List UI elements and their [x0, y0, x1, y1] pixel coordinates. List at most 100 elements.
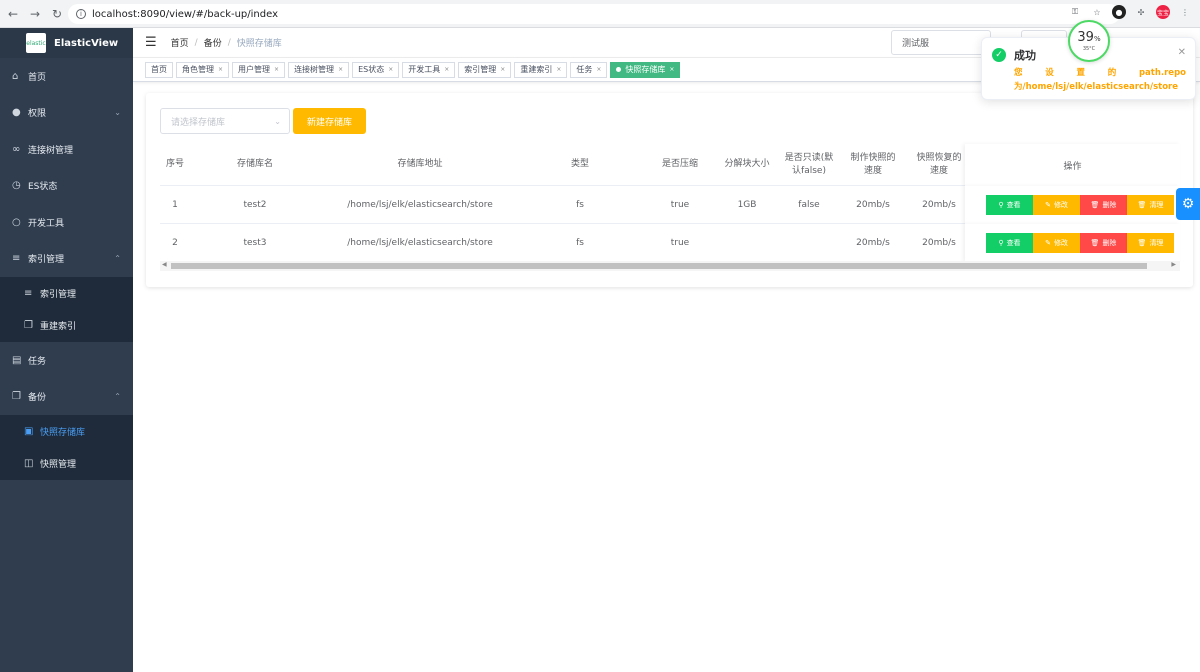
scrollbar-thumb[interactable]: [171, 263, 1147, 269]
back-icon[interactable]: ←: [4, 5, 22, 23]
close-icon[interactable]: ×: [444, 66, 449, 73]
edit-button[interactable]: ✎ 修改: [1033, 195, 1080, 215]
menu-dots-icon[interactable]: ⋮: [1178, 5, 1192, 19]
notification-title: 成功: [1014, 49, 1036, 62]
tag-index-management[interactable]: 索引管理 ×: [458, 61, 512, 78]
view-button[interactable]: ⚲ 查看: [986, 233, 1033, 253]
table-cell: 20mb/s: [922, 238, 956, 248]
home-icon: ⌂: [12, 70, 19, 82]
col-header: 存储库地址: [397, 159, 443, 170]
cpu-usage-widget[interactable]: 39% 35°C: [1068, 20, 1110, 62]
reload-icon[interactable]: ↻: [48, 5, 66, 23]
edit-button[interactable]: ✎ 修改: [1033, 233, 1080, 253]
horizontal-scrollbar[interactable]: ◀ ▶: [160, 261, 1180, 271]
sidebar-item-es-status[interactable]: ◷ ES状态: [0, 168, 133, 205]
info-icon[interactable]: i: [76, 9, 86, 19]
table-cell: fs: [576, 238, 584, 248]
trash-icon: 🗑: [1090, 239, 1100, 247]
tag-connection-tree[interactable]: 连接树管理 ×: [288, 61, 350, 78]
hamburger-icon[interactable]: ☰: [145, 35, 157, 50]
sidebar-item-tasks[interactable]: ▤ 任务: [0, 342, 133, 379]
chevron-up-icon: ⌃: [114, 254, 121, 264]
sidebar-item-backup[interactable]: ❐ 备份 ⌃: [0, 379, 133, 416]
sidebar-item-dev-tools[interactable]: ○ 开发工具: [0, 204, 133, 241]
sidebar-item-snapshot-management[interactable]: ◫ 快照管理: [0, 448, 133, 481]
close-icon[interactable]: ×: [218, 66, 223, 73]
tag-reindex[interactable]: 重建索引 ×: [514, 61, 568, 78]
repo-select[interactable]: 请选择存储库 ⌄: [160, 108, 290, 134]
close-icon[interactable]: ×: [556, 66, 561, 73]
elastic-logo-icon: elastic: [26, 33, 46, 53]
tag-role-management[interactable]: 角色管理 ×: [176, 61, 230, 78]
close-icon[interactable]: ✕: [1178, 47, 1186, 58]
table-row: 2 test3 /home/lsj/elk/elasticsearch/stor…: [160, 224, 1180, 262]
close-icon[interactable]: ×: [388, 66, 393, 73]
env-select[interactable]: 测试服: [891, 30, 991, 55]
puzzle-icon[interactable]: ✣: [1134, 5, 1148, 19]
table-header: 序号 存储库名 存储库地址 类型 是否压缩 分解块大小 是否只读(默认false…: [160, 144, 1180, 186]
chevron-up-icon: ⌃: [114, 392, 121, 402]
view-button[interactable]: ⚲ 查看: [986, 195, 1033, 215]
tag-dev-tools[interactable]: 开发工具 ×: [402, 61, 456, 78]
copy-icon: ❐: [12, 391, 21, 403]
edit-icon: ✎: [1045, 239, 1051, 247]
row-actions: ⚲ 查看 ✎ 修改 🗑 删除 🗑 清理: [965, 186, 1180, 224]
table-cell: 20mb/s: [856, 200, 890, 210]
settings-gear-icon[interactable]: ⚙: [1176, 188, 1200, 220]
address-bar[interactable]: i localhost:8090/view/#/back-up/index: [68, 4, 1120, 24]
forward-icon[interactable]: →: [26, 5, 44, 23]
tag-tasks[interactable]: 任务 ×: [570, 61, 608, 78]
star-icon[interactable]: ☆: [1090, 5, 1104, 19]
notification-message-line1: 您 设 置 的 path.repo: [1014, 68, 1186, 78]
link-icon: ∞: [12, 143, 21, 155]
col-header: 制作快照的速度: [850, 152, 896, 177]
sidebar-item-connection-tree[interactable]: ∞ 连接树管理: [0, 131, 133, 168]
breadcrumb-backup[interactable]: 备份: [204, 36, 222, 49]
trash-icon: 🗑: [1137, 239, 1147, 247]
bag-icon: ◫: [24, 458, 34, 470]
table-cell: /home/lsj/elk/elasticsearch/store: [347, 200, 493, 210]
extension-badge-icon[interactable]: ●: [1112, 5, 1126, 19]
cpu-percent: 39%: [1077, 29, 1101, 45]
tag-snapshot-repo[interactable]: 快照存储库 ×: [610, 61, 681, 78]
scroll-right-icon[interactable]: ▶: [1171, 261, 1176, 268]
backup-submenu: ▣ 快照存储库 ◫ 快照管理: [0, 415, 133, 480]
cpu-temp: 35°C: [1082, 45, 1096, 52]
table-cell: 2: [172, 238, 178, 248]
new-repo-button[interactable]: 新建存储库: [293, 108, 366, 134]
scroll-left-icon[interactable]: ◀: [162, 261, 167, 268]
extension-icons: ⚿ ☆ ● ✣ 宝宝 ⋮: [1068, 5, 1192, 19]
breadcrumb-separator: /: [194, 37, 198, 48]
close-icon[interactable]: ×: [338, 66, 343, 73]
sidebar-item-reindex[interactable]: ❐ 重建索引: [0, 310, 133, 343]
sidebar-item-permissions[interactable]: ● 权限 ⌄: [0, 95, 133, 132]
browser-toolbar: ← → ↻ i localhost:8090/view/#/back-up/in…: [0, 0, 1200, 28]
key-icon[interactable]: ⚿: [1068, 5, 1082, 19]
close-icon[interactable]: ×: [669, 66, 674, 73]
breadcrumb-home[interactable]: 首页: [171, 36, 189, 49]
cleanup-button[interactable]: 🗑 清理: [1127, 195, 1174, 215]
cleanup-button[interactable]: 🗑 清理: [1127, 233, 1174, 253]
delete-button[interactable]: 🗑 删除: [1080, 195, 1127, 215]
app-logo[interactable]: elastic ElasticView: [0, 28, 133, 58]
close-icon[interactable]: ×: [500, 66, 505, 73]
sidebar-item-index-management-sub[interactable]: ≡ 索引管理: [0, 277, 133, 310]
check-circle-icon: ✓: [992, 48, 1006, 62]
clock-icon: ◷: [12, 180, 21, 192]
tag-home[interactable]: 首页: [145, 61, 173, 78]
col-header: 快照恢复的速度: [916, 152, 962, 177]
sidebar-item-index-management[interactable]: ≡ 索引管理 ⌃: [0, 241, 133, 278]
box-icon: ▣: [24, 425, 34, 437]
close-icon[interactable]: ×: [596, 66, 601, 73]
sidebar-item-snapshot-repo[interactable]: ▣ 快照存储库: [0, 415, 133, 448]
delete-button[interactable]: 🗑 删除: [1080, 233, 1127, 253]
search-icon: ○: [12, 216, 21, 228]
tag-user-management[interactable]: 用户管理 ×: [232, 61, 286, 78]
breadcrumb-separator: /: [227, 37, 231, 48]
close-icon[interactable]: ×: [274, 66, 279, 73]
sidebar-item-home[interactable]: ⌂ 首页: [0, 58, 133, 95]
table-cell: [715, 224, 779, 262]
table-cell: [784, 224, 834, 262]
avatar[interactable]: 宝宝: [1156, 5, 1170, 19]
tag-es-status[interactable]: ES状态 ×: [352, 61, 400, 78]
